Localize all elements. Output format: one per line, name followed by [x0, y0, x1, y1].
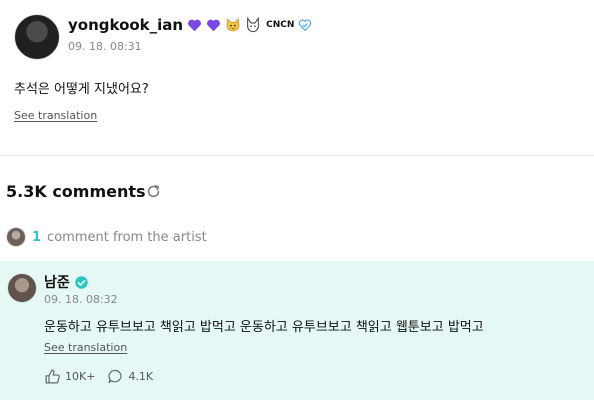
commenter-name-row: 남준: [44, 272, 89, 292]
cat-emoji-icon: [226, 18, 240, 32]
verified-badge-icon: [299, 19, 312, 32]
artist-avatar-small: [6, 227, 26, 247]
reply-icon: [108, 369, 122, 384]
post-see-translation-link[interactable]: See translation: [14, 109, 97, 122]
reply-button[interactable]: 4.1K: [107, 368, 153, 385]
comment-body: 운동하고 유투브보고 책읽고 밥먹고 운동하고 유투브보고 책읽고 웹툰보고 밥…: [44, 320, 484, 335]
purple-heart-icon: [188, 19, 202, 32]
verified-check-icon: [75, 275, 88, 289]
refresh-icon[interactable]: [145, 183, 162, 200]
post-body: 추석은 어떻게 지냈어요?: [14, 82, 149, 97]
artist-comment-label: comment from the artist: [47, 229, 207, 245]
fox-emoji-icon: [247, 17, 259, 33]
purple-heart-icon: [207, 19, 221, 32]
like-count: 10K+: [65, 370, 96, 383]
comments-title: 5.3K comments: [6, 182, 146, 201]
comment-actions: 10K+ 4.1K: [44, 368, 153, 385]
author-row: yongkook_ian CNCN: [68, 14, 312, 36]
like-icon: [45, 369, 60, 384]
section-divider: [0, 155, 594, 156]
commenter-avatar[interactable]: [7, 273, 37, 303]
post-date: 09. 18. 08:31: [68, 40, 142, 53]
author-badge-text: CNCN: [266, 20, 295, 30]
commenter-name[interactable]: 남준: [44, 272, 70, 292]
reply-count: 4.1K: [128, 370, 154, 383]
author-avatar[interactable]: [14, 14, 60, 60]
comment-date: 09. 18. 08:32: [44, 293, 118, 306]
like-button[interactable]: 10K+: [44, 368, 95, 385]
artist-comment-filter[interactable]: 1 comment from the artist: [6, 226, 207, 248]
author-name[interactable]: yongkook_ian: [68, 16, 183, 34]
comment-see-translation-link[interactable]: See translation: [44, 341, 127, 354]
artist-comment-count: 1: [32, 229, 42, 245]
